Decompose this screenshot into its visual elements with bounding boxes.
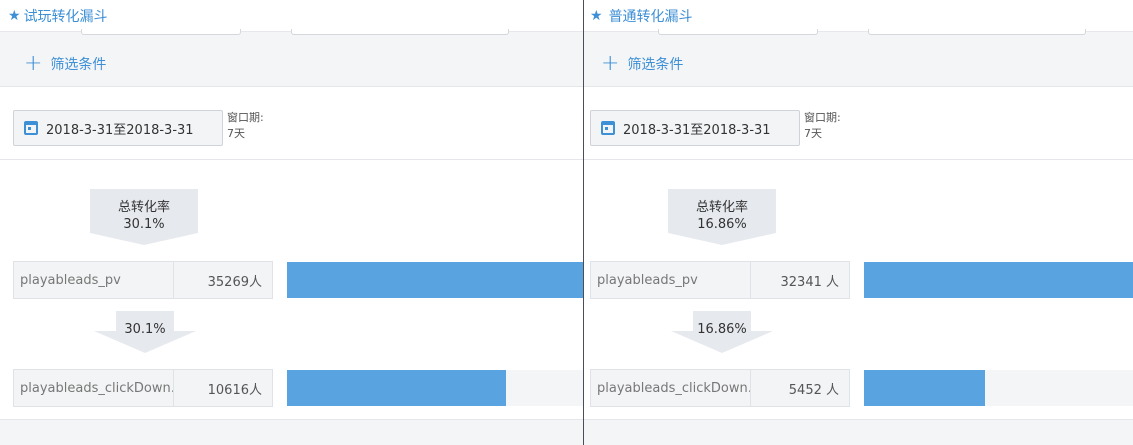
calendar-icon — [601, 121, 615, 135]
step-bar[interactable] — [287, 370, 507, 406]
filter-row[interactable]: + 筛选条件 — [584, 41, 1133, 87]
total-rate-arrow: 总转化率 30.1% — [90, 189, 198, 245]
total-rate-arrow: 总转化率 16.86% — [668, 189, 776, 245]
date-row: 2018-3-31至2018-3-31 窗口期: 7天 — [584, 88, 1133, 160]
plus-icon: + — [601, 50, 620, 76]
step-name: playableads_clickDown… — [14, 370, 174, 406]
funnel-step-1[interactable]: playableads_pv 35269人 — [13, 261, 273, 299]
calendar-icon — [24, 121, 38, 135]
step-name: playableads_pv — [14, 262, 174, 298]
step-bar[interactable] — [864, 262, 1133, 298]
add-filter-button[interactable]: 筛选条件 — [627, 54, 683, 74]
step-bar-track — [287, 262, 584, 298]
bottom-strip — [584, 419, 1133, 445]
bottom-strip — [0, 419, 584, 445]
step-bar-track — [287, 370, 584, 406]
date-range-text: 2018-3-31至2018-3-31 — [46, 122, 194, 138]
step-name: playableads_clickDown… — [591, 370, 751, 406]
funnel-step-2[interactable]: playableads_clickDown… 10616人 — [13, 369, 273, 407]
window-period: 窗口期: 7天 — [227, 110, 264, 142]
funnel-panel-normal: ★ 普通转化漏斗 + 筛选条件 2018-3-31至2018-3-31 窗口期:… — [584, 0, 1133, 445]
plus-icon: + — [24, 50, 43, 76]
step-count: 32341 人 — [780, 274, 840, 290]
select-stub[interactable] — [658, 29, 818, 35]
step-count: 10616人 — [207, 382, 262, 398]
step-count: 35269人 — [207, 274, 262, 290]
funnel-area: 总转化率 16.86% playableads_pv 32341 人 16.86… — [584, 161, 1133, 419]
select-stub[interactable] — [81, 29, 241, 35]
step-count: 5452 人 — [788, 382, 839, 398]
add-filter-button[interactable]: 筛选条件 — [50, 54, 106, 74]
panel-title-row: ★ 试玩转化漏斗 — [0, 0, 584, 31]
funnel-panel-trial: ★ 试玩转化漏斗 + 筛选条件 2018-3-31至2018-3-31 窗口期:… — [0, 0, 584, 445]
step-rate-value: 16.86% — [697, 322, 747, 337]
step-rate-arrow: 30.1% — [94, 311, 196, 353]
window-period: 窗口期: 7天 — [804, 110, 841, 142]
funnel-step-2[interactable]: playableads_clickDown… 5452 人 — [590, 369, 850, 407]
step-bar[interactable] — [287, 262, 584, 298]
total-rate-value: 16.86% — [697, 217, 747, 232]
funnel-step-1[interactable]: playableads_pv 32341 人 — [590, 261, 850, 299]
step-bar-track — [864, 262, 1133, 298]
window-label: 窗口期: — [227, 111, 264, 124]
date-range-picker[interactable]: 2018-3-31至2018-3-31 — [590, 110, 800, 146]
window-value: 7天 — [227, 127, 245, 140]
panel-title: 普通转化漏斗 — [608, 8, 693, 25]
step-rate-arrow: 16.86% — [671, 311, 773, 353]
select-stub[interactable] — [868, 29, 1086, 35]
date-row: 2018-3-31至2018-3-31 窗口期: 7天 — [0, 88, 584, 160]
filter-row[interactable]: + 筛选条件 — [0, 41, 584, 87]
panel-title: 试玩转化漏斗 — [23, 8, 108, 25]
total-rate-label: 总转化率 — [695, 200, 748, 215]
step-bar[interactable] — [864, 370, 986, 406]
star-icon[interactable]: ★ — [8, 8, 21, 24]
total-rate-label: 总转化率 — [117, 200, 170, 215]
select-stub[interactable] — [291, 29, 509, 35]
step-name: playableads_pv — [591, 262, 751, 298]
star-icon[interactable]: ★ — [590, 8, 603, 24]
step-bar-track — [864, 370, 1133, 406]
window-label: 窗口期: — [804, 111, 841, 124]
window-value: 7天 — [804, 127, 822, 140]
panel-title-row: ★ 普通转化漏斗 — [584, 0, 1133, 31]
date-range-text: 2018-3-31至2018-3-31 — [623, 122, 771, 138]
step-rate-value: 30.1% — [124, 322, 166, 337]
funnel-area: 总转化率 30.1% playableads_pv 35269人 30.1% p… — [0, 161, 584, 419]
date-range-picker[interactable]: 2018-3-31至2018-3-31 — [13, 110, 223, 146]
total-rate-value: 30.1% — [123, 217, 165, 232]
